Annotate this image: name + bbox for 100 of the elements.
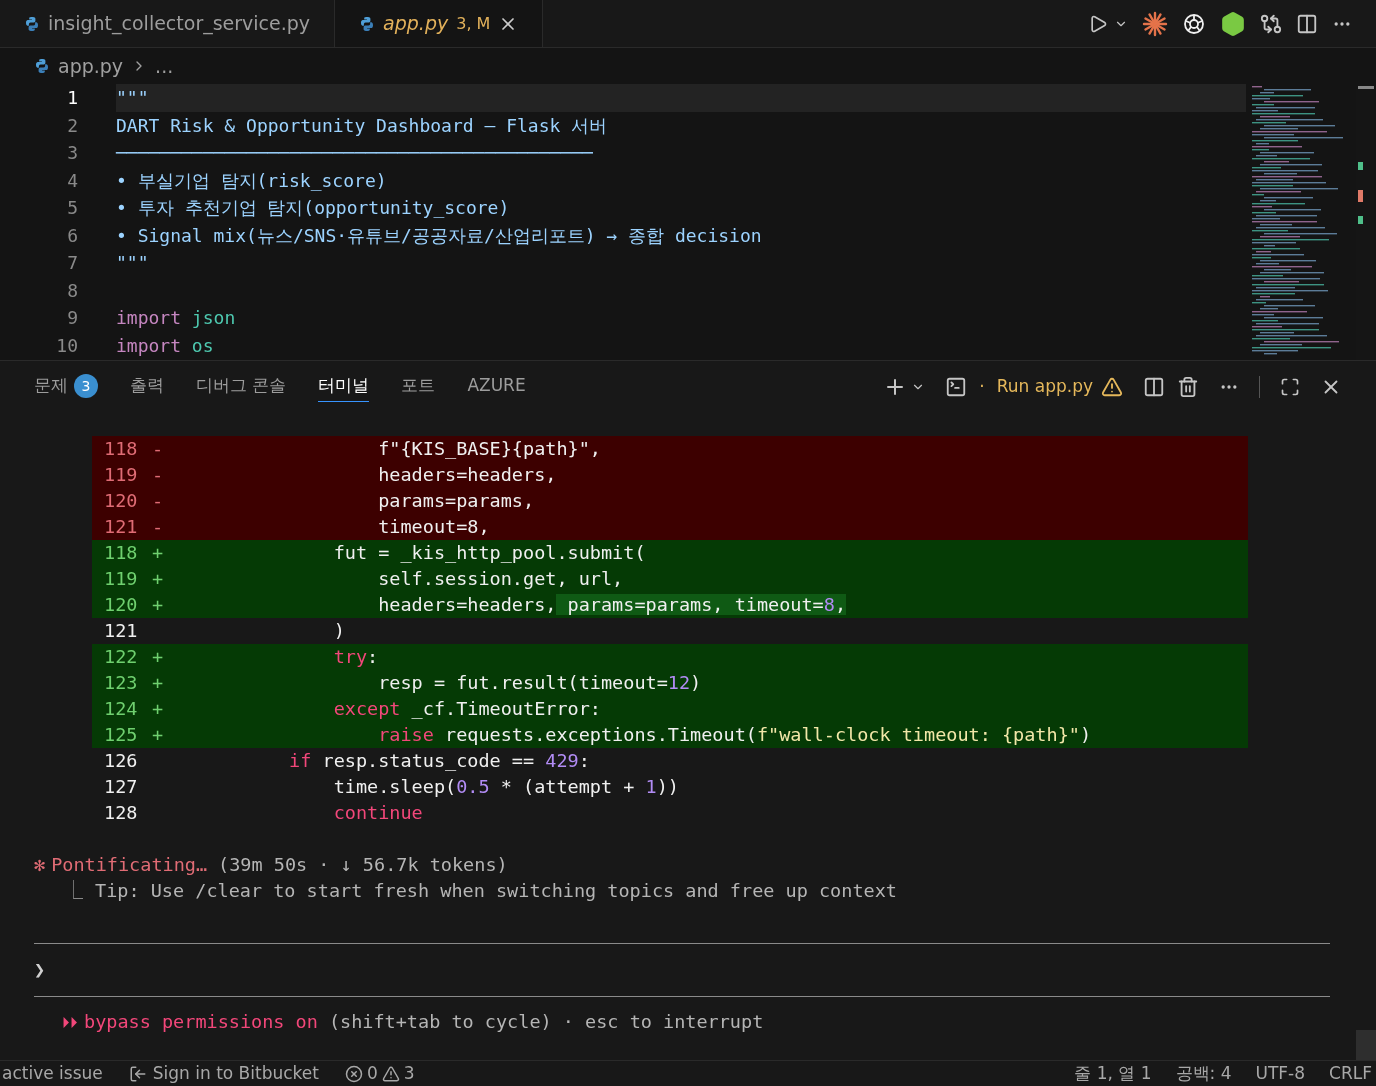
encoding[interactable]: UTF-8 <box>1255 1060 1306 1086</box>
status-verb: Pontificating… <box>51 853 208 878</box>
panel-tab[interactable]: AZURE <box>467 371 526 402</box>
diff-sign: + <box>152 568 164 590</box>
tab-status-label: 3, M <box>456 12 491 35</box>
play-icon[interactable] <box>1088 13 1108 34</box>
python-file-icon <box>34 58 50 74</box>
code-line: except _cf.TimeoutError: <box>332 697 601 722</box>
code-line: """ <box>116 251 149 276</box>
warning-icon[interactable] <box>1101 375 1123 398</box>
line-number: 119 <box>104 567 139 592</box>
panel-tab[interactable]: 포트 <box>401 371 436 402</box>
code-line: """ <box>116 86 149 111</box>
line-number: 8 <box>66 278 79 303</box>
code-line: DART Risk & Opportunity Dashboard — Flask 서버 <box>116 113 608 138</box>
line-number: 10 <box>55 333 79 358</box>
scroll-marker <box>1358 216 1363 224</box>
split-terminal-icon[interactable] <box>1143 375 1165 398</box>
diff-sign: - <box>152 464 164 486</box>
code-line: ──────────────────────────────────────────── <box>116 141 593 166</box>
code-line: timeout=8, <box>377 515 490 540</box>
code-line: fut = _kis_http_pool.submit( <box>332 541 646 566</box>
problems-item[interactable]: 0 3 <box>344 1060 415 1086</box>
tip-text: Tip: Use /clear to start fresh when switching topics and free up context <box>95 879 897 904</box>
editor-tab[interactable]: app.py 3, M <box>335 0 544 47</box>
line-number: 121 <box>104 619 139 644</box>
code-line: params=params, <box>377 489 535 514</box>
starburst-icon[interactable] <box>1142 10 1168 37</box>
code-line: headers=headers, <box>377 463 557 488</box>
line-number: 123 <box>104 671 139 696</box>
line-number: 127 <box>104 775 139 800</box>
line-number: 118 <box>104 541 139 566</box>
code-line: • 투자 추천기업 탐지(opportunity_score) <box>116 196 510 221</box>
status-detail: (39m 50s · ↓ 56.7k tokens) <box>218 853 508 878</box>
cursor-position[interactable]: 줄 1, 열 1 <box>1074 1060 1152 1086</box>
sign-in-item[interactable]: Sign in to Bitbucket <box>128 1060 319 1086</box>
line-number: 120 <box>104 489 139 514</box>
scroll-marker <box>1358 190 1363 202</box>
diff-sign: + <box>152 594 164 616</box>
scroll-marker <box>1358 162 1363 170</box>
line-number: 4 <box>66 168 79 193</box>
diff-sign: - <box>152 516 164 538</box>
tip-mark: ⎿ <box>64 879 83 904</box>
code-line: continue <box>332 801 423 826</box>
python-file-icon <box>24 15 40 32</box>
line-number: 122 <box>104 645 139 670</box>
code-line: raise requests.exceptions.Timeout(f"wall-clock timeout: {path}") <box>377 723 1092 748</box>
status-item[interactable]: active issue <box>0 1060 103 1086</box>
line-number: 2 <box>66 113 79 138</box>
panel-tab[interactable]: 터미널 <box>318 371 370 402</box>
code-line: time.sleep(0.5 * (attempt + 1)) <box>332 775 679 800</box>
trash-icon[interactable] <box>1177 375 1199 398</box>
line-number: 125 <box>104 723 139 748</box>
line-ending[interactable]: CRLF <box>1329 1060 1372 1086</box>
line-number: 120 <box>104 593 139 618</box>
code-line: try: <box>332 645 379 670</box>
line-number: 5 <box>66 196 79 221</box>
split-editor-icon[interactable] <box>1296 12 1318 35</box>
count-badge: 3 <box>74 374 98 398</box>
mode-hint: (shift+tab to cycle) · esc to interrupt <box>328 1010 764 1035</box>
panel-tab[interactable]: 문제 3 <box>34 371 98 402</box>
warning-icon <box>381 1064 400 1083</box>
panel-tab[interactable]: 디버그 콘솔 <box>196 371 287 402</box>
code-line: f"{KIS_BASE}{path}", <box>377 437 601 462</box>
code-line: resp = fut.result(timeout=12) <box>377 671 702 696</box>
code-line: self.session.get, url, <box>377 567 624 592</box>
breadcrumb-more[interactable]: ... <box>155 51 174 81</box>
error-icon <box>344 1064 363 1083</box>
code-line: import os <box>116 333 214 358</box>
indentation[interactable]: 공백: 4 <box>1175 1060 1232 1086</box>
diff-sign: - <box>152 490 164 512</box>
line-number: 126 <box>104 749 139 774</box>
spinner-glyph: ✻ <box>34 853 46 878</box>
mode-label: bypass permissions on <box>84 1010 318 1035</box>
hexagon-icon[interactable] <box>1220 10 1246 37</box>
diff-sign: + <box>152 724 164 746</box>
sign-in-icon <box>128 1064 147 1083</box>
terminal-icon[interactable] <box>945 375 968 398</box>
maximize-icon[interactable] <box>1280 376 1300 397</box>
scroll-marker <box>1358 86 1374 89</box>
code-line: ) <box>332 619 345 644</box>
code-line: headers=headers, params=params, timeout=8, <box>377 593 846 618</box>
knot-icon[interactable] <box>1182 11 1206 36</box>
code-line: • 부실기업 탐지(risk_score) <box>116 168 387 193</box>
panel-tab[interactable]: 출력 <box>130 371 164 402</box>
line-number: 7 <box>66 251 79 276</box>
code-line: • Signal mix(뉴스/SNS·유튜브/공공자료/산업리포트) → 종합 decision <box>116 223 762 248</box>
git-compare-icon[interactable] <box>1260 12 1282 35</box>
mode-arrows: ⏵⏵ <box>62 1011 78 1033</box>
diff-sign: - <box>152 438 164 460</box>
breadcrumb-file[interactable]: app.py <box>58 51 124 81</box>
code-line: import json <box>116 306 236 331</box>
code-line: if resp.status_code == 429: <box>288 749 590 774</box>
prompt-symbol: ❯ <box>34 958 46 983</box>
diff-sign: + <box>152 646 164 668</box>
line-number: 118 <box>104 437 139 462</box>
diff-sign: + <box>152 672 164 694</box>
python-file-icon <box>359 15 376 32</box>
terminal-name[interactable]: Run app.py <box>996 373 1093 400</box>
separator-dot: · <box>979 374 985 398</box>
